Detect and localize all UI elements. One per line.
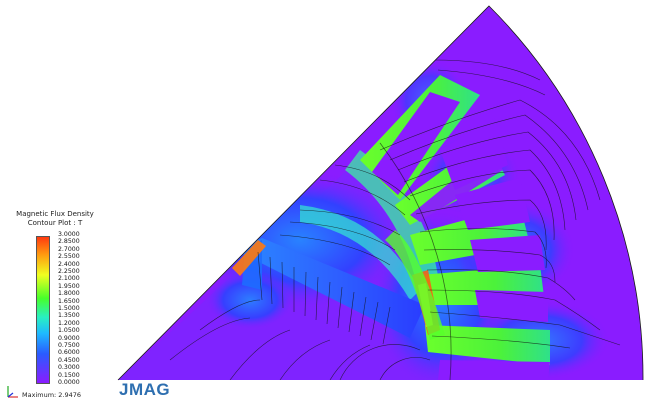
colorbar-tick-label: 1.8000 bbox=[58, 290, 80, 298]
colorbar-tick-label: 1.9500 bbox=[58, 282, 80, 290]
colorbar-tick-label: 0.6000 bbox=[58, 349, 80, 357]
colorbar-tick-label: 0.3000 bbox=[58, 364, 80, 372]
colorbar-tick-label: 3.0000 bbox=[58, 231, 80, 238]
colorbar-tick-label: 2.1000 bbox=[58, 275, 80, 283]
legend-subtitle: Contour Plot : T bbox=[27, 219, 83, 227]
colorbar-tick-label: 2.2500 bbox=[58, 268, 80, 275]
maximum-value: Maximum: 2.9476 bbox=[22, 391, 82, 399]
colorbar-tick-label: 0.7500 bbox=[58, 342, 80, 349]
colorbar-tick-label: 0.4500 bbox=[58, 356, 80, 364]
xyz-axes-icon bbox=[7, 386, 18, 398]
colorbar-tick-label: 1.2000 bbox=[58, 319, 80, 327]
colorbar-tick-label: 0.1500 bbox=[58, 371, 80, 379]
colorbar-tick-label: 0.9000 bbox=[58, 334, 80, 342]
colorbar-tick-label: 1.5000 bbox=[58, 305, 80, 312]
jmag-logo: JMAG bbox=[119, 380, 171, 399]
colorbar-tick-label: 2.4000 bbox=[58, 260, 80, 268]
colorbar-tick-label: 1.6500 bbox=[58, 297, 80, 305]
colorbar-tick-label: 1.3500 bbox=[58, 312, 80, 320]
colorbar-tick-label: 0.0000 bbox=[58, 379, 80, 386]
colorbar-tick-label: 2.8500 bbox=[58, 238, 80, 246]
colorbar-tick-label: 1.0500 bbox=[58, 327, 80, 335]
flux-density-contour-plot bbox=[117, 5, 644, 381]
legend-title: Magnetic Flux Density bbox=[16, 210, 94, 218]
colorbar-tick-label: 2.5500 bbox=[58, 253, 80, 261]
colorbar-tick-label: 2.7000 bbox=[58, 245, 80, 253]
colorbar bbox=[36, 236, 50, 384]
